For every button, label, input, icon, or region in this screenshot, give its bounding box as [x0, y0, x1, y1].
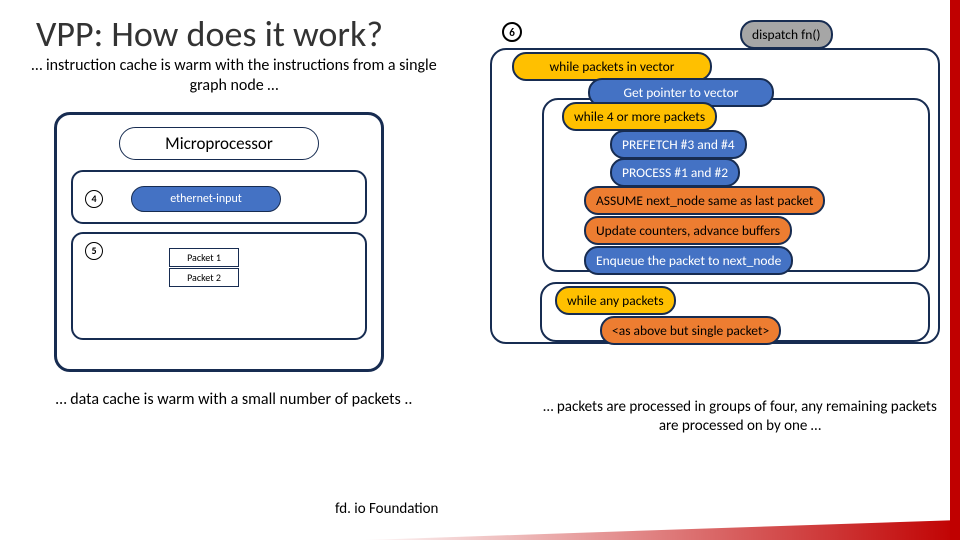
cache-box-2: 5 Packet 1 Packet 2 — [71, 232, 367, 340]
accent-bar-right — [950, 0, 960, 540]
caption-instruction-cache: … instruction cache is warm with the ins… — [14, 56, 454, 96]
as-above-pill: <as above but single packet> — [600, 316, 781, 345]
dispatch-fn-pill: dispatch fn() — [740, 20, 833, 49]
ethernet-input-node: ethernet-input — [131, 186, 281, 212]
step5-icon: 5 — [85, 242, 103, 260]
while-packets-vector-pill: while packets in vector — [512, 52, 712, 81]
accent-diagonal — [0, 520, 960, 540]
update-pill: Update counters, advance buffers — [584, 216, 792, 245]
process-pill: PROCESS #1 and #2 — [610, 158, 740, 187]
caption-groups-of-four: … packets are processed in groups of fou… — [540, 398, 940, 436]
microprocessor-title: Microprocessor — [119, 127, 319, 160]
step4-icon: 4 — [85, 190, 103, 208]
assume-pill: ASSUME next_node same as last packet — [584, 186, 825, 215]
packet-1: Packet 1 — [169, 248, 239, 267]
microprocessor-box: Microprocessor 4 ethernet-input 5 Packet… — [54, 112, 384, 372]
page-title: VPP: How does it work? — [36, 12, 383, 56]
prefetch-pill: PREFETCH #3 and #4 — [610, 130, 747, 159]
enqueue-pill: Enqueue the packet to next_node — [584, 246, 793, 275]
step-number-icon: 6 — [502, 22, 522, 42]
caption-data-cache: … data cache is warm with a small number… — [14, 390, 454, 410]
packet-2: Packet 2 — [169, 268, 239, 287]
while-any-pill: while any packets — [555, 286, 676, 315]
while-4-packets-pill: while 4 or more packets — [562, 102, 717, 131]
footer-text: fd. io Foundation — [335, 500, 438, 518]
cache-box-1: 4 ethernet-input — [71, 170, 367, 224]
